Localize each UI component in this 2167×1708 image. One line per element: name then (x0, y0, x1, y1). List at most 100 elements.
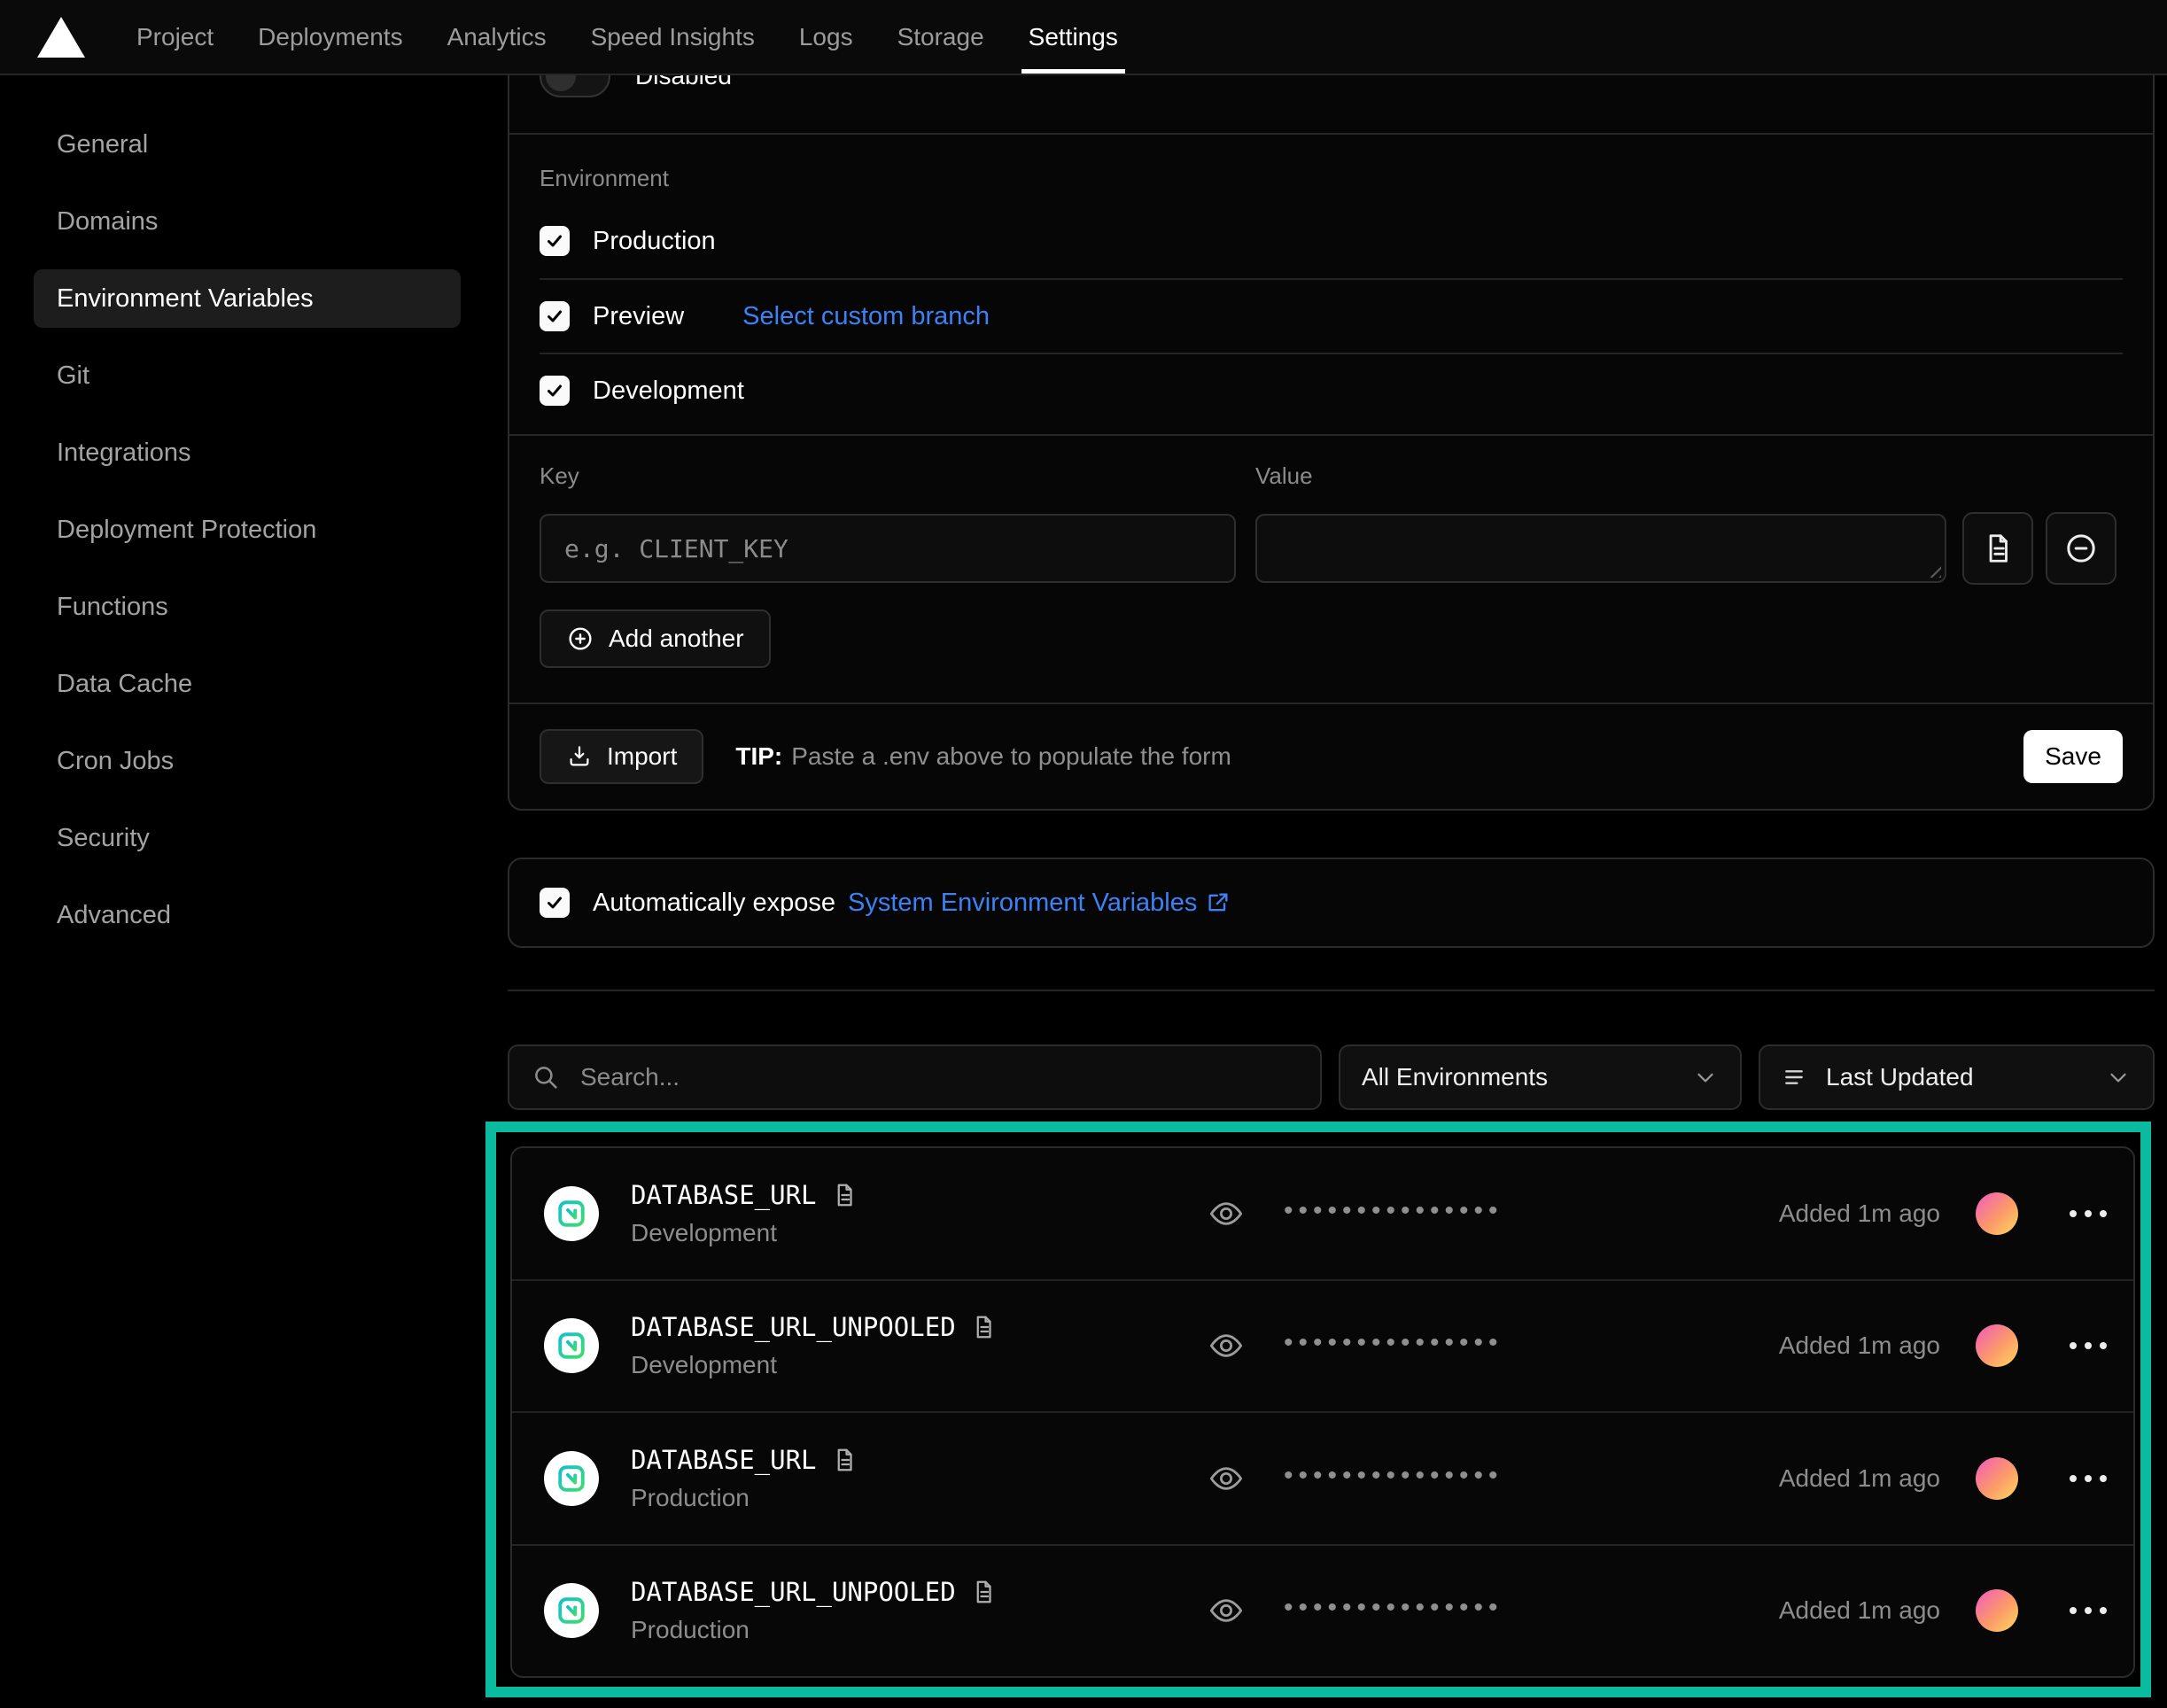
add-another-label: Add another (609, 625, 744, 653)
env-var-form-panel: Disabled Environment Production (508, 18, 2155, 811)
masked-value: ••••••••••••••• (1284, 1330, 1503, 1356)
env-var-name: DATABASE_URL_UNPOOLED (631, 1577, 956, 1607)
sidebar-item-general[interactable]: General (34, 115, 461, 174)
env-var-meta: Added 1m ago (1779, 1457, 2112, 1500)
environment-row-development: Development (540, 353, 2123, 427)
production-label: Production (593, 227, 716, 256)
preview-checkbox[interactable] (540, 301, 570, 331)
env-var-row: DATABASE_URL Production ••••••••••••••• … (512, 1411, 2133, 1544)
download-icon (566, 743, 593, 770)
sidebar-item-integrations[interactable]: Integrations (34, 423, 461, 482)
sidebar-item-deployment-protection[interactable]: Deployment Protection (34, 501, 461, 559)
sidebar-item-data-cache[interactable]: Data Cache (34, 655, 461, 713)
note-icon[interactable] (970, 1314, 997, 1340)
row-menu-button[interactable] (2064, 1470, 2112, 1487)
chevron-down-icon (2105, 1064, 2132, 1091)
sort-dropdown[interactable]: Last Updated (1759, 1044, 2155, 1110)
development-checkbox[interactable] (540, 376, 570, 406)
row-menu-button[interactable] (2064, 1602, 2112, 1619)
env-var-name: DATABASE_URL_UNPOOLED (631, 1312, 956, 1342)
environment-filter-value: All Environments (1362, 1063, 1676, 1091)
added-timestamp: Added 1m ago (1779, 1199, 1940, 1228)
env-var-target: Production (631, 1616, 997, 1644)
search-icon (531, 1062, 561, 1092)
import-button[interactable]: Import (540, 729, 703, 784)
env-var-value: ••••••••••••••• (1208, 1592, 1503, 1629)
annotation-highlight-box: DATABASE_URL Development •••••••••••••••… (485, 1122, 2151, 1697)
nav-tab-storage[interactable]: Storage (897, 0, 984, 74)
environment-row-production: Production (540, 204, 2123, 278)
env-var-text: DATABASE_URL Development (631, 1180, 858, 1247)
paste-env-button[interactable] (1962, 512, 2033, 585)
note-icon[interactable] (831, 1447, 858, 1473)
eye-icon[interactable] (1208, 1195, 1245, 1232)
sidebar-item-security[interactable]: Security (34, 809, 461, 867)
form-footer: Import TIP:Paste a .env above to populat… (509, 703, 2153, 809)
sidebar-item-advanced[interactable]: Advanced (34, 886, 461, 944)
sidebar-item-domains[interactable]: Domains (34, 192, 461, 251)
neon-integration-icon (544, 1186, 599, 1241)
vercel-logo-icon[interactable] (37, 17, 85, 58)
nav-tab-deployments[interactable]: Deployments (258, 0, 402, 74)
development-label: Development (593, 377, 744, 406)
import-label: Import (607, 742, 677, 771)
env-var-meta: Added 1m ago (1779, 1192, 2112, 1235)
row-menu-button[interactable] (2064, 1205, 2112, 1223)
eye-icon[interactable] (1208, 1592, 1245, 1629)
environment-row-preview: Preview Select custom branch (540, 278, 2123, 353)
nav-tab-project[interactable]: Project (136, 0, 214, 74)
env-var-value: ••••••••••••••• (1208, 1327, 1503, 1364)
nav-tab-logs[interactable]: Logs (799, 0, 853, 74)
value-input[interactable] (1255, 514, 1946, 583)
system-env-vars-link[interactable]: System Environment Variables (848, 889, 1231, 918)
neon-integration-icon (544, 1451, 599, 1506)
system-env-vars-panel: Automatically expose System Environment … (508, 858, 2155, 948)
masked-value: ••••••••••••••• (1284, 1198, 1503, 1224)
added-timestamp: Added 1m ago (1779, 1464, 1940, 1493)
settings-sidebar: General Domains Environment Variables Gi… (34, 115, 461, 963)
add-another-button[interactable]: Add another (540, 609, 771, 668)
env-var-meta: Added 1m ago (1779, 1589, 2112, 1632)
remove-row-button[interactable] (2046, 512, 2117, 585)
sort-value: Last Updated (1826, 1063, 2089, 1091)
nav-tab-settings[interactable]: Settings (1029, 0, 1118, 74)
eye-icon[interactable] (1208, 1460, 1245, 1497)
sidebar-item-functions[interactable]: Functions (34, 578, 461, 636)
env-var-meta: Added 1m ago (1779, 1324, 2112, 1367)
tip-text: TIP:Paste a .env above to populate the f… (735, 742, 1231, 771)
key-value-section: Key Value (509, 436, 2153, 703)
top-nav-tabs: Project Deployments Analytics Speed Insi… (136, 0, 1118, 74)
added-timestamp: Added 1m ago (1779, 1331, 1940, 1360)
search-input[interactable] (580, 1063, 1299, 1091)
row-menu-button[interactable] (2064, 1337, 2112, 1355)
note-icon[interactable] (970, 1579, 997, 1605)
sidebar-item-git[interactable]: Git (34, 346, 461, 405)
sidebar-item-cron-jobs[interactable]: Cron Jobs (34, 732, 461, 790)
env-var-text: DATABASE_URL_UNPOOLED Production (631, 1577, 997, 1644)
environment-filter-dropdown[interactable]: All Environments (1339, 1044, 1742, 1110)
eye-icon[interactable] (1208, 1327, 1245, 1364)
env-var-value: ••••••••••••••• (1208, 1195, 1503, 1232)
sidebar-item-environment-variables[interactable]: Environment Variables (34, 269, 461, 328)
plus-circle-icon (566, 625, 594, 653)
filter-row: All Environments Last Updated (508, 1044, 2155, 1110)
key-label: Key (540, 462, 579, 490)
nav-tab-speed-insights[interactable]: Speed Insights (591, 0, 755, 74)
preview-label: Preview (593, 302, 684, 331)
masked-value: ••••••••••••••• (1284, 1463, 1503, 1489)
note-icon[interactable] (831, 1182, 858, 1208)
env-var-value: ••••••••••••••• (1208, 1460, 1503, 1497)
sort-lines-icon (1782, 1063, 1810, 1091)
top-nav: Project Deployments Analytics Speed Insi… (0, 0, 2167, 75)
save-button[interactable]: Save (2023, 730, 2123, 783)
nav-tab-analytics[interactable]: Analytics (447, 0, 547, 74)
avatar (1976, 1324, 2018, 1367)
key-input[interactable] (540, 514, 1236, 583)
production-checkbox[interactable] (540, 226, 570, 256)
auto-expose-checkbox[interactable] (540, 888, 570, 918)
environment-section: Environment Production Preview Select cu (509, 135, 2153, 434)
env-var-text: DATABASE_URL_UNPOOLED Development (631, 1312, 997, 1379)
auto-expose-label: Automatically expose (593, 889, 835, 918)
added-timestamp: Added 1m ago (1779, 1596, 1940, 1625)
select-custom-branch-link[interactable]: Select custom branch (742, 302, 990, 331)
